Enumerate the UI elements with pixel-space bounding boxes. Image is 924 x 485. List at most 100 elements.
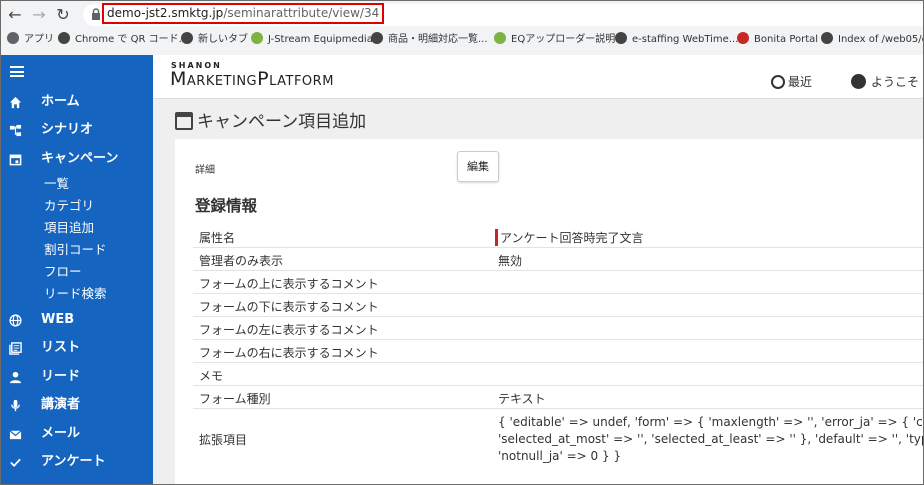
bookmark-label: 新しいタブ — [198, 34, 248, 45]
table-row: フォームの左に表示するコメント — [193, 317, 923, 340]
table-row: フォーム種別 テキスト — [193, 386, 923, 409]
globe-icon — [9, 314, 22, 327]
sidebar-item-home[interactable]: ホーム — [1, 90, 153, 114]
home-icon — [9, 96, 22, 109]
sidebar: ホーム シナリオ キャンペーン 一覧 カテゴリ 項目追加 割引コード フロー リ… — [1, 55, 153, 484]
bookmark-favicon-icon — [251, 32, 263, 44]
sidebar-subitem-flow[interactable]: フロー — [44, 262, 82, 282]
bookmark-favicon-icon — [7, 32, 19, 44]
check-icon — [10, 458, 21, 467]
recent-button[interactable]: 最近 — [771, 73, 812, 90]
sidebar-subitem-discount-code[interactable]: 割引コード — [44, 240, 107, 260]
attribute-table: 属性名 アンケート回答時完了文言 管理者のみ表示 無効 フォームの上に表示するコメントフ… — [193, 225, 923, 467]
row-value: テキスト — [498, 392, 546, 406]
main-content: キャンペーン項目追加 詳細 編集 登録情報 属性名 アンケート回答時完了文言管理者… — [153, 99, 923, 484]
mail-icon — [9, 430, 22, 440]
sidebar-item-label: 講演者 — [41, 397, 81, 412]
sidebar-item-label: リード — [41, 369, 81, 384]
detail-card: 詳細 編集 登録情報 属性名 アンケート回答時完了文言管理者のみ表示 無効フォームの… — [175, 139, 923, 484]
sidebar-item-lead[interactable]: リード — [1, 365, 153, 389]
sidebar-item-label: メール — [41, 426, 81, 441]
bookmark-item[interactable]: 商品・明細対応一覧... — [371, 32, 488, 48]
row-key: フォーム種別 — [199, 392, 271, 406]
section-title: 登録情報 — [195, 197, 258, 215]
row-key: フォームの上に表示するコメント — [199, 277, 379, 291]
bookmark-item[interactable]: Chrome で QR コード... — [58, 32, 188, 48]
row-value: { 'editable' => undef, 'form' => { 'maxl… — [498, 415, 923, 463]
app-header: SHANON MarketingPlatform 最近 ようこそ — [153, 55, 923, 99]
sidebar-item-label: リスト — [41, 340, 81, 355]
list-icon — [9, 342, 22, 355]
url-path: /seminarattribute/view/34 — [223, 6, 380, 20]
detail-label: 詳細 — [195, 165, 215, 176]
sidebar-item-scenario[interactable]: シナリオ — [1, 118, 153, 142]
row-value: アンケート回答時完了文言 — [495, 229, 644, 246]
forward-arrow-icon[interactable]: → — [29, 5, 49, 25]
bookmark-favicon-icon — [615, 32, 627, 44]
bookmark-label: 商品・明細対応一覧... — [388, 34, 488, 45]
row-key: 管理者のみ表示 — [199, 254, 284, 268]
bookmark-item[interactable]: Bonita Portal — [737, 32, 818, 48]
bookmark-item[interactable]: e-staffing WebTime... — [615, 32, 738, 48]
sidebar-item-campaign[interactable]: キャンペーン — [1, 147, 153, 171]
sidebar-item-list[interactable]: リスト — [1, 336, 153, 360]
url-text[interactable]: demo-jst2.smktg.jp/seminarattribute/view… — [102, 3, 385, 24]
logo-brand-main: MarketingPlatform — [170, 68, 334, 90]
bookmark-item[interactable]: Index of /web05/de — [821, 32, 923, 48]
hamburger-menu-icon[interactable] — [10, 66, 24, 77]
person-icon — [9, 371, 22, 384]
bookmarks-bar: アプリ Chrome で QR コード... 新しいタブ J-Stream Equip… — [1, 29, 923, 51]
edit-button[interactable]: 編集 — [457, 151, 499, 182]
account-icon — [851, 74, 866, 89]
bookmark-item[interactable]: 新しいタブ — [181, 32, 248, 48]
bookmark-favicon-icon — [737, 32, 749, 44]
screenshot-frame: ← → ↻ demo-jst2.smktg.jp/seminarattribut… — [0, 0, 924, 485]
bookmark-favicon-icon — [371, 32, 383, 44]
scenario-icon — [9, 124, 22, 137]
sidebar-item-survey[interactable]: アンケート — [1, 450, 153, 474]
user-menu[interactable]: ようこそ — [851, 73, 919, 90]
reload-icon[interactable]: ↻ — [53, 5, 73, 25]
recent-label: 最近 — [788, 75, 813, 89]
bookmark-label: e-staffing WebTime... — [632, 34, 739, 45]
mic-icon — [11, 399, 20, 412]
welcome-label: ようこそ — [871, 75, 920, 89]
back-arrow-icon[interactable]: ← — [5, 5, 25, 25]
row-value: 無効 — [498, 254, 523, 268]
bookmark-label: アプリ — [24, 34, 54, 45]
logo-text: MarketingPlatform — [170, 68, 334, 90]
row-key: フォームの右に表示するコメント — [199, 346, 379, 360]
calendar-icon — [175, 112, 193, 130]
browser-toolbar: ← → ↻ demo-jst2.smktg.jp/seminarattribut… — [1, 1, 923, 55]
sidebar-subitem-list[interactable]: 一覧 — [44, 174, 69, 194]
lock-icon — [92, 8, 100, 20]
table-row: 管理者のみ表示 無効 — [193, 248, 923, 271]
sidebar-item-web[interactable]: WEB — [1, 308, 153, 332]
sidebar-item-label: シナリオ — [41, 122, 94, 137]
bookmark-favicon-icon — [494, 32, 506, 44]
sidebar-subitem-category[interactable]: カテゴリ — [44, 196, 94, 216]
url-host: demo-jst2.smktg.jp — [107, 6, 224, 20]
row-key: 属性名 — [199, 231, 236, 245]
bookmark-item[interactable]: J-Stream Equipmedia — [251, 32, 373, 48]
table-row: メモ — [193, 363, 923, 386]
table-row: 拡張項目 { 'editable' => undef, 'form' => { … — [193, 409, 923, 467]
bookmark-label: EQアップローダー説明... — [511, 34, 625, 45]
page-title-text: キャンペーン項目追加 — [197, 112, 367, 132]
sidebar-item-label: アンケート — [41, 454, 106, 469]
bookmark-item[interactable]: アプリ — [7, 32, 54, 48]
calendar-icon — [9, 154, 22, 166]
bookmark-item[interactable]: EQアップローダー説明... — [494, 32, 625, 48]
sidebar-subitem-add-item[interactable]: 項目追加 — [44, 218, 94, 238]
sidebar-item-speaker[interactable]: 講演者 — [1, 393, 153, 417]
sidebar-item-mail[interactable]: メール — [1, 422, 153, 446]
bookmark-label: Bonita Portal — [754, 34, 819, 45]
sidebar-item-label: キャンペーン — [41, 151, 119, 166]
sidebar-item-label: ホーム — [41, 94, 80, 109]
sidebar-subitem-lead-search[interactable]: リード検索 — [44, 284, 107, 304]
bookmark-favicon-icon — [181, 32, 193, 44]
row-key: フォームの下に表示するコメント — [199, 300, 379, 314]
table-row: フォームの下に表示するコメント — [193, 294, 923, 317]
table-row: 属性名 アンケート回答時完了文言 — [193, 225, 923, 248]
sidebar-item-label: WEB — [41, 312, 75, 327]
